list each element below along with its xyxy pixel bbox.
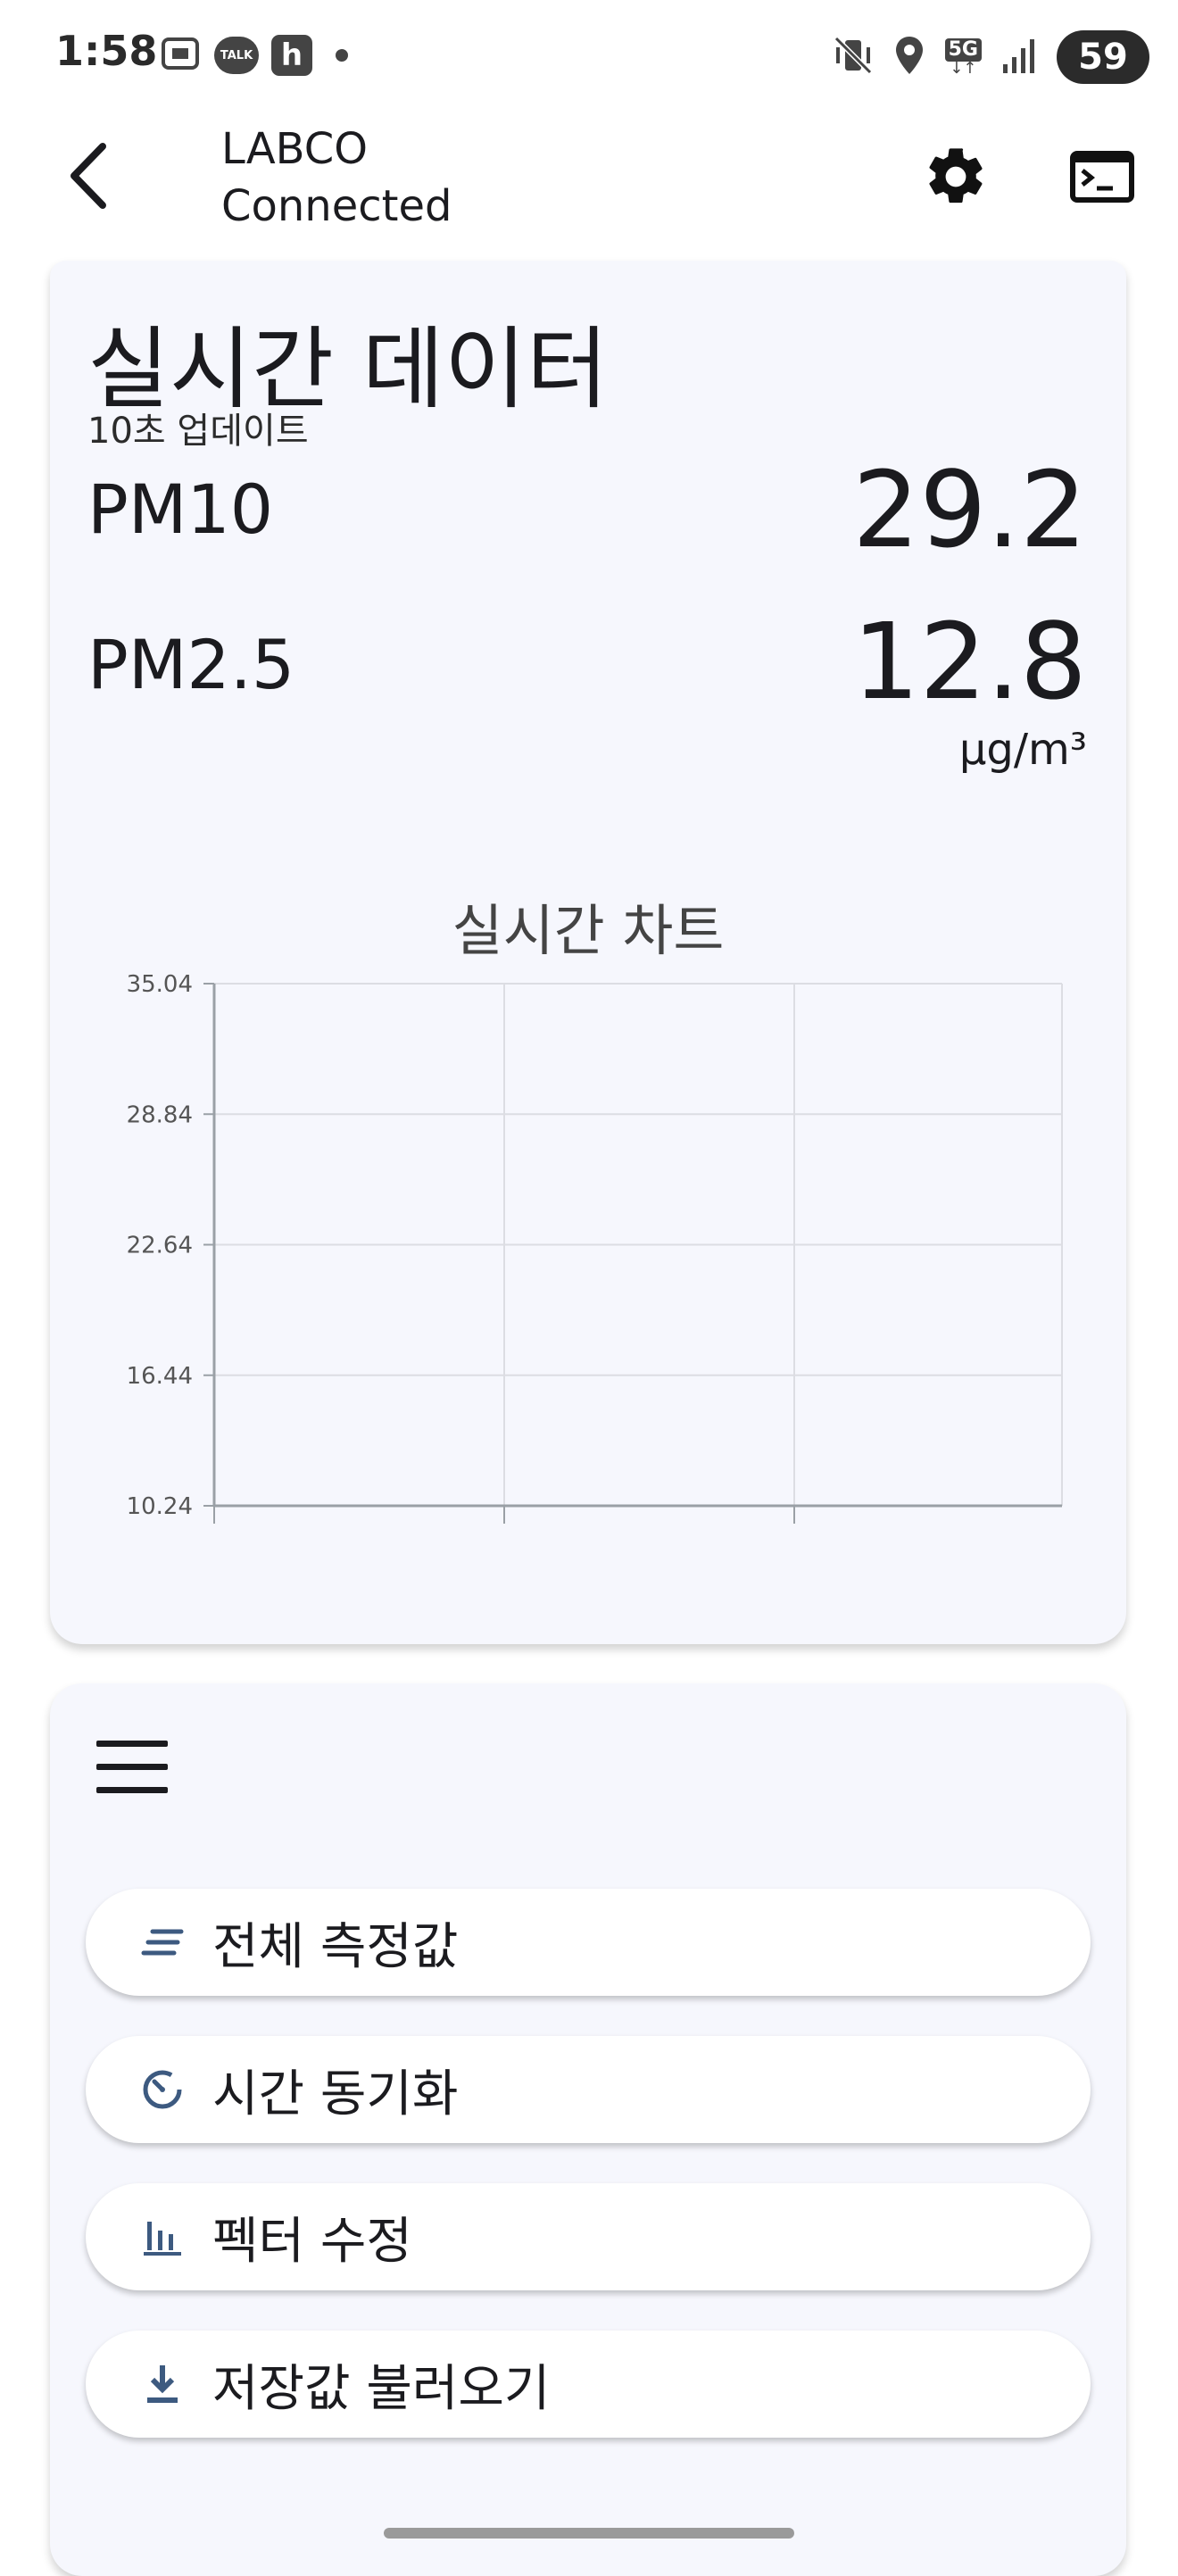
realtime-card: 실시간 데이터 10초 업데이트 PM10 29.2 PM2.5 12.8 µg… <box>50 261 1126 1644</box>
notes-icon <box>134 1914 191 1971</box>
pm25-label: PM2.5 <box>87 625 295 704</box>
menu-icon[interactable] <box>96 1741 168 1794</box>
menu-item-label: 시간 동기화 <box>212 2065 459 2123</box>
kakaotalk-icon: TALK <box>214 37 259 74</box>
all-measurements-button[interactable]: 전체 측정값 <box>86 1889 1091 1996</box>
menu-item-label: 저장값 불러오기 <box>212 2359 551 2418</box>
h-label: h <box>280 37 303 73</box>
screenshot-icon <box>159 32 202 79</box>
pm10-value: 29.2 <box>852 448 1087 571</box>
back-button[interactable] <box>52 140 123 212</box>
status-time: 1:58 <box>55 27 158 75</box>
menu-item-label: 펙터 수정 <box>212 2212 412 2271</box>
title-block: LABCO Connected <box>221 120 452 235</box>
app-bar: LABCO Connected <box>0 112 1178 250</box>
gear-icon <box>929 148 983 204</box>
location-icon <box>893 35 925 79</box>
y-tick-label: 35.04 <box>127 971 193 998</box>
factor-edit-button[interactable]: 펙터 수정 <box>86 2183 1091 2290</box>
load-saved-button[interactable]: 저장값 불러오기 <box>86 2331 1091 2438</box>
download-icon <box>134 2356 191 2413</box>
y-tick-label: 22.64 <box>127 1233 193 1259</box>
vibrate-mute-icon <box>833 35 874 79</box>
dot-icon <box>336 49 348 62</box>
pm10-label: PM10 <box>87 469 274 549</box>
h-app-icon: h <box>271 35 312 76</box>
network-5g-icon: 5G ↓↑ <box>944 38 982 77</box>
terminal-button[interactable] <box>1062 145 1142 208</box>
menu-item-label: 전체 측정값 <box>212 1917 459 1976</box>
y-tick-label: 10.24 <box>127 1493 193 1520</box>
device-name: LABCO <box>221 124 369 174</box>
realtime-chart: 35.0428.8422.6416.4410.2409:0019:4006:20 <box>127 971 1063 1524</box>
connection-status: Connected <box>221 181 452 231</box>
chevron-left-icon <box>71 143 106 209</box>
notification-icons: TALK h <box>159 32 348 79</box>
system-icons: 5G ↓↑ 59 <box>833 30 1149 84</box>
time-sync-button[interactable]: 시간 동기화 <box>86 2036 1091 2143</box>
update-interval-text: 10초 업데이트 <box>87 411 309 452</box>
y-tick-label: 28.84 <box>127 1101 193 1128</box>
menu-card: 전체 측정값 시간 동기화 펙터 수정 저장값 불러오기 <box>50 1683 1126 2576</box>
timer-sync-icon <box>134 2061 191 2118</box>
chart-title: 실시간 차트 <box>452 898 725 963</box>
status-bar: 1:58 TALK h 5G ↓↑ 59 <box>0 0 1178 112</box>
talk-label: TALK <box>220 48 253 62</box>
signal-icon <box>1001 36 1037 79</box>
bar-chart-icon <box>134 2208 191 2265</box>
home-indicator[interactable] <box>384 2528 794 2539</box>
settings-button[interactable] <box>917 138 994 215</box>
y-tick-label: 16.44 <box>127 1363 193 1390</box>
battery-indicator: 59 <box>1057 30 1149 84</box>
pm25-value: 12.8 <box>852 600 1087 723</box>
terminal-icon <box>1070 151 1134 203</box>
unit-label: µg/m³ <box>958 725 1087 775</box>
